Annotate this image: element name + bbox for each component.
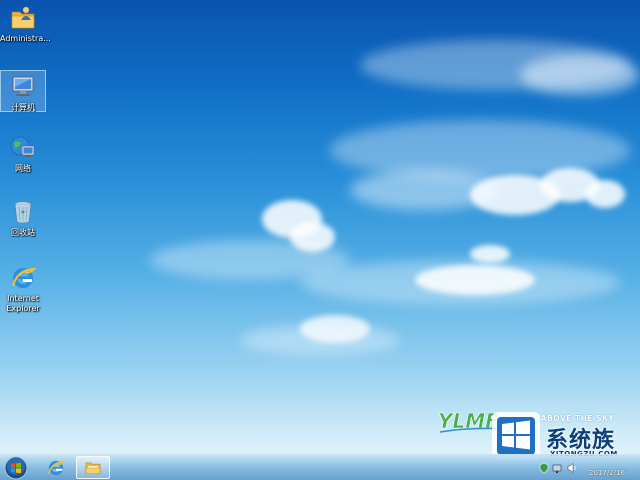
desktop-icon-internet-explorer[interactable]: Internet Explorer — [0, 264, 46, 314]
desktop-icon-label: 计算机 — [11, 103, 35, 112]
internet-explorer-icon — [12, 267, 37, 288]
network-icon — [10, 136, 35, 157]
desktop-icon-recycle-bin[interactable]: 回收站 — [0, 198, 46, 238]
desktop-icon-label: Internet Explorer — [6, 294, 40, 313]
desktop[interactable]: Administra... 计算机 网络 回收站 Internet Explor… — [0, 0, 640, 480]
taskbar-ie-button[interactable] — [40, 456, 74, 479]
taskbar-explorer-button[interactable] — [76, 456, 110, 479]
tray-shield-icon[interactable] — [538, 462, 550, 474]
start-orb-icon[interactable] — [4, 456, 28, 480]
user-folder-icon — [11, 6, 35, 29]
desktop-icon-label: 网络 — [15, 164, 31, 173]
desktop-icon-label: 回收站 — [11, 228, 35, 237]
desktop-icon-label: Administra... — [0, 34, 51, 43]
recycle-bin-icon — [14, 201, 32, 224]
desktop-icon-administrator[interactable]: Administra... — [0, 4, 51, 44]
desktop-icon-network[interactable]: 网络 — [0, 134, 46, 174]
computer-icon — [12, 76, 34, 96]
desktop-icon-computer[interactable]: 计算机 — [0, 70, 46, 112]
tray-volume-icon[interactable] — [566, 462, 578, 474]
windows-explorer-icon — [85, 462, 101, 475]
tray-date[interactable]: 2017/2/16 — [589, 469, 625, 477]
internet-explorer-icon — [48, 460, 66, 476]
tray-network-icon[interactable] — [552, 462, 564, 474]
